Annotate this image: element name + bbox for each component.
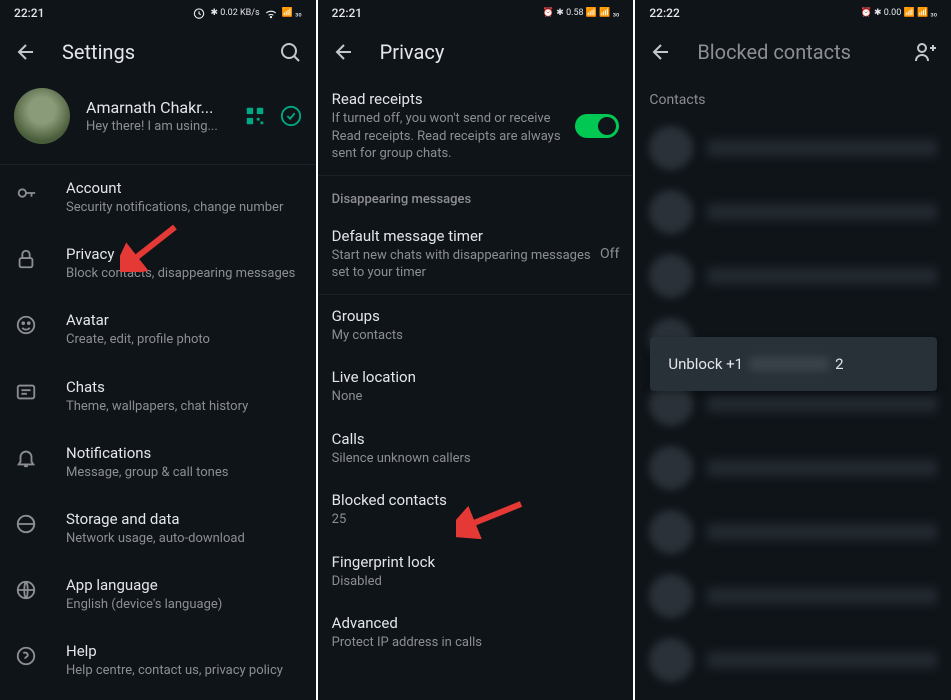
contact-name-blurred xyxy=(707,140,937,156)
privacy-screen: 22:21 ⏰ ✱ 0.58 📶 📶 ₃₀ Privacy Read recei… xyxy=(318,0,634,700)
status-time: 22:21 xyxy=(332,6,362,20)
header: Privacy xyxy=(318,26,634,78)
status-time: 22:21 xyxy=(14,6,44,20)
profile-row[interactable]: Amarnath Chakr... Hey there! I am using.… xyxy=(0,78,316,164)
section-header: Disappearing messages xyxy=(318,176,634,215)
lock-icon xyxy=(14,247,38,271)
menu-storage[interactable]: Storage and dataNetwork usage, auto-down… xyxy=(0,496,316,562)
status-bar: 22:22 ⏰ ✱ 0.00 📶 📶 ₃₀ xyxy=(635,0,951,26)
contact-name-blurred xyxy=(707,268,937,284)
bell-icon xyxy=(14,446,38,470)
contact-row[interactable] xyxy=(635,500,951,564)
data-icon xyxy=(14,512,38,536)
globe-icon xyxy=(14,578,38,602)
contact-name-blurred xyxy=(707,588,937,604)
search-icon[interactable] xyxy=(278,40,302,64)
disappearing-section: Disappearing messages Default message ti… xyxy=(318,175,634,294)
contact-name-blurred xyxy=(707,460,937,476)
contact-name-blurred xyxy=(707,396,937,412)
menu-privacy[interactable]: PrivacyBlock contacts, disappearing mess… xyxy=(0,231,316,297)
status-time: 22:22 xyxy=(649,6,679,20)
timer-row[interactable]: Default message timer Start new chats wi… xyxy=(318,215,634,294)
unblock-label: Unblock +1 xyxy=(668,355,743,373)
contact-avatar xyxy=(649,254,693,298)
help-icon xyxy=(14,644,38,668)
contact-row[interactable] xyxy=(635,180,951,244)
menu-chats[interactable]: ChatsTheme, wallpapers, chat history xyxy=(0,364,316,430)
contact-name-blurred xyxy=(707,204,937,220)
contact-avatar xyxy=(649,638,693,682)
settings-screen: 22:21 ✱ 0.02 KB/s 📶 ₃₀ Settings Amarnath… xyxy=(0,0,316,700)
profile-status: Hey there! I am using... xyxy=(86,119,228,134)
contact-avatar xyxy=(649,574,693,618)
header: Settings xyxy=(0,26,316,78)
contact-avatar xyxy=(649,446,693,490)
blocked-row[interactable]: Blocked contacts25 xyxy=(318,479,634,541)
wifi-icon xyxy=(264,6,278,20)
advanced-row[interactable]: AdvancedProtect IP address in calls xyxy=(318,602,634,664)
contact-row[interactable] xyxy=(635,564,951,628)
profile-actions xyxy=(244,105,302,127)
menu-help[interactable]: HelpHelp centre, contact us, privacy pol… xyxy=(0,628,316,694)
status-icons: ⏰ ✱ 0.58 📶 📶 ₃₀ xyxy=(543,8,619,18)
contact-name-blurred xyxy=(707,524,937,540)
blocked-screen: 22:22 ⏰ ✱ 0.00 📶 📶 ₃₀ Blocked contacts C… xyxy=(635,0,951,700)
page-title: Blocked contacts xyxy=(697,40,889,64)
add-person-icon[interactable] xyxy=(913,40,937,64)
contact-row[interactable] xyxy=(635,116,951,180)
groups-row[interactable]: GroupsMy contacts xyxy=(318,295,634,357)
calls-row[interactable]: CallsSilence unknown callers xyxy=(318,418,634,480)
face-icon xyxy=(14,313,38,337)
page-title: Privacy xyxy=(380,40,620,64)
contacts-label: Contacts xyxy=(635,78,951,116)
chat-icon xyxy=(14,380,38,404)
contact-row[interactable] xyxy=(635,628,951,692)
blurred-number xyxy=(749,357,829,371)
page-title: Settings xyxy=(62,40,254,64)
check-circle-icon[interactable] xyxy=(280,105,302,127)
contact-avatar xyxy=(649,510,693,554)
profile-info: Amarnath Chakr... Hey there! I am using.… xyxy=(86,98,228,134)
back-icon[interactable] xyxy=(332,40,356,64)
menu-notifications[interactable]: NotificationsMessage, group & call tones xyxy=(0,430,316,496)
contact-row[interactable] xyxy=(635,436,951,500)
menu-language[interactable]: App languageEnglish (device's language) xyxy=(0,562,316,628)
menu-avatar[interactable]: AvatarCreate, edit, profile photo xyxy=(0,297,316,363)
contact-name-blurred xyxy=(707,652,937,668)
back-icon[interactable] xyxy=(14,40,38,64)
read-receipts-toggle[interactable] xyxy=(575,114,619,138)
profile-name: Amarnath Chakr... xyxy=(86,98,228,117)
unblock-context-menu[interactable]: Unblock +1 2 xyxy=(650,337,937,391)
avatar xyxy=(14,88,70,144)
qr-icon[interactable] xyxy=(244,105,266,127)
contact-avatar xyxy=(649,126,693,170)
timer-value: Off xyxy=(600,246,619,262)
status-bar: 22:21 ⏰ ✱ 0.58 📶 📶 ₃₀ xyxy=(318,0,634,26)
location-row[interactable]: Live locationNone xyxy=(318,356,634,418)
status-bar: 22:21 ✱ 0.02 KB/s 📶 ₃₀ xyxy=(0,0,316,26)
privacy-list: GroupsMy contacts Live locationNone Call… xyxy=(318,294,634,664)
key-icon xyxy=(14,181,38,205)
contact-row[interactable] xyxy=(635,244,951,308)
settings-list: AccountSecurity notifications, change nu… xyxy=(0,164,316,695)
contact-avatar xyxy=(649,190,693,234)
header: Blocked contacts xyxy=(635,26,951,78)
unblock-suffix: 2 xyxy=(835,355,843,373)
read-receipts-row[interactable]: Read receipts If turned off, you won't s… xyxy=(318,78,634,175)
fingerprint-row[interactable]: Fingerprint lockDisabled xyxy=(318,541,634,603)
status-icons: ⏰ ✱ 0.00 📶 📶 ₃₀ xyxy=(861,8,937,18)
menu-account[interactable]: AccountSecurity notifications, change nu… xyxy=(0,165,316,231)
status-icons: ✱ 0.02 KB/s 📶 ₃₀ xyxy=(192,6,301,20)
back-icon[interactable] xyxy=(649,40,673,64)
alarm-icon xyxy=(192,6,206,20)
